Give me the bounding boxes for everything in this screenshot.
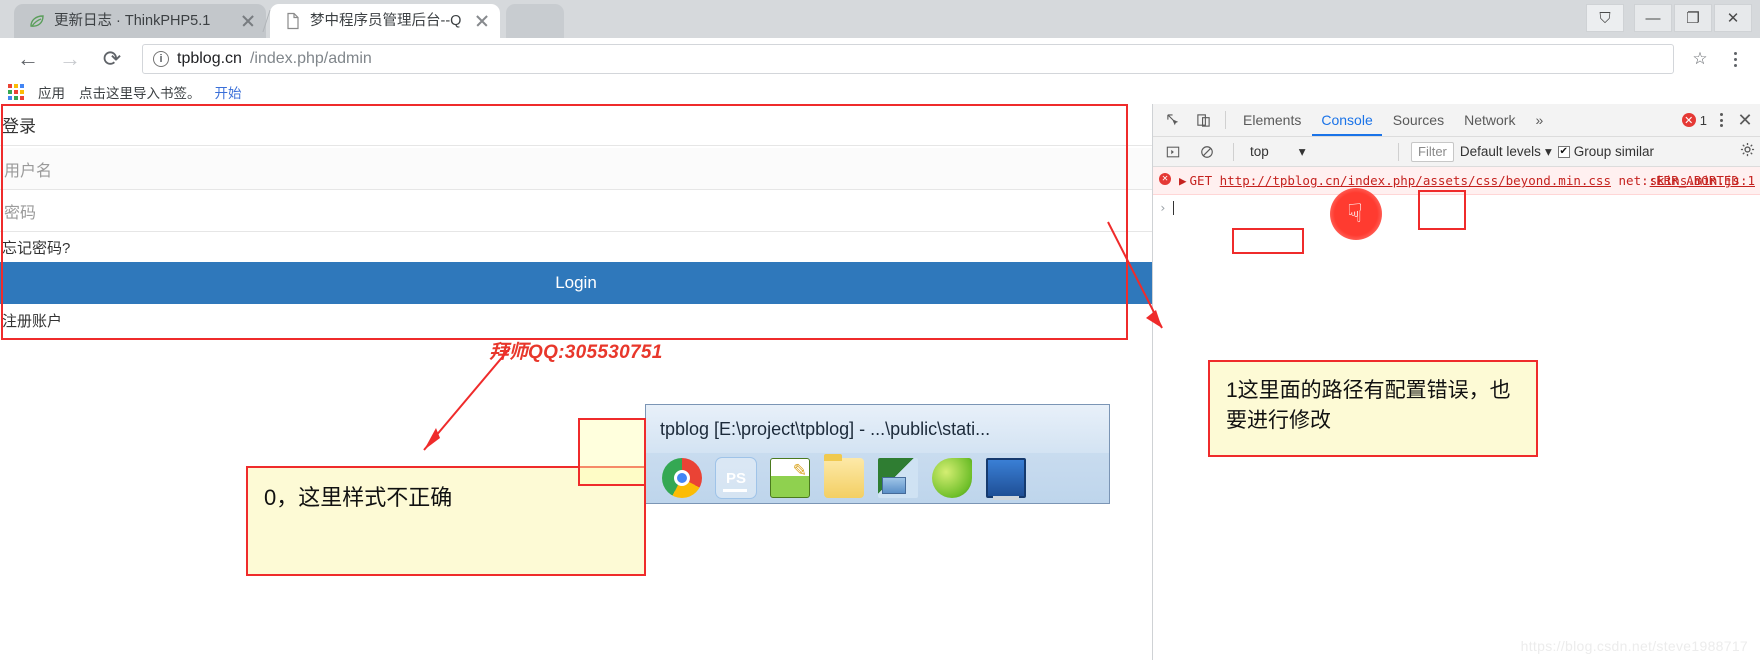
url-path: /index.php/admin — [249, 50, 372, 67]
restore-button[interactable]: ❐ — [1674, 4, 1712, 32]
error-method: GET — [1189, 173, 1213, 188]
leaf-app-icon[interactable] — [932, 458, 972, 498]
log-levels-dropdown[interactable]: Default levels ▾ — [1460, 144, 1552, 160]
browser-toolbar: ← → ⟳ i tpblog.cn/index.php/admin ☆ — [0, 38, 1760, 80]
bookmark-start-link[interactable]: 开始 — [215, 82, 242, 102]
toolbar-divider — [1225, 111, 1226, 129]
tab-title: 更新日志 · ThinkPHP5.1 — [54, 13, 211, 29]
forward-button[interactable]: → — [52, 41, 88, 77]
error-url[interactable]: http://tpblog.cn/index.php/assets/css/be… — [1220, 173, 1611, 188]
tab-sources[interactable]: Sources — [1384, 105, 1453, 136]
clear-console-icon[interactable] — [1193, 139, 1221, 165]
back-button[interactable]: ← — [10, 41, 46, 77]
url-host: tpblog.cn — [177, 50, 242, 67]
window-controls: ⛉ — ❐ ✕ — [1586, 3, 1752, 33]
chevron-down-icon: ▾ — [1298, 143, 1306, 159]
gear-icon[interactable] — [1740, 142, 1755, 161]
tab-network[interactable]: Network — [1455, 105, 1524, 136]
ide-window-title: tpblog [E:\project\tpblog] - ...\public\… — [646, 405, 1109, 453]
site-info-icon[interactable]: i — [153, 51, 169, 67]
password-input[interactable]: 密码 — [0, 190, 1152, 232]
devtools-menu-icon[interactable] — [1713, 113, 1729, 127]
notepadpp-icon[interactable] — [770, 458, 810, 498]
tab-strip: 更新日志 · ThinkPHP5.1 梦中程序员管理后台--Q ⛉ — ❐ ✕ — [0, 0, 1760, 38]
filterbar-divider — [1233, 142, 1234, 161]
chrome-menu-icon[interactable] — [1720, 44, 1750, 74]
bookmarks-bar: 应用 点击这里导入书签。 开始 — [0, 80, 1760, 104]
text-cursor — [1172, 200, 1174, 215]
checkbox-icon: ✔ — [1557, 145, 1570, 158]
filterbar-divider-2 — [1398, 142, 1399, 161]
console-filter-input[interactable]: Filter — [1411, 141, 1454, 162]
prompt-chevron-icon: › — [1159, 200, 1167, 216]
expand-caret-icon[interactable]: ▶ — [1179, 171, 1187, 190]
devtools-toolbar: Elements Console Sources Network » ✕ 1 ✕ — [1153, 104, 1760, 137]
page-icon — [284, 12, 302, 30]
group-similar-checkbox[interactable]: ✔ Group similar — [1557, 144, 1654, 159]
profile-icon[interactable]: ⛉ — [1586, 4, 1624, 32]
console-context-select[interactable]: top ▾ — [1246, 144, 1386, 160]
more-tabs-icon[interactable]: » — [1526, 105, 1552, 136]
console-error-row[interactable]: ✕ ▶ GET http://tpblog.cn/index.php/assets… — [1153, 167, 1760, 196]
bookmark-star-icon[interactable]: ☆ — [1686, 45, 1714, 73]
tab-title: 梦中程序员管理后台--Q — [310, 13, 462, 29]
minimize-button[interactable]: — — [1634, 4, 1672, 32]
browser-tab-admin[interactable]: 梦中程序员管理后台--Q — [270, 4, 500, 38]
monitor-icon[interactable] — [986, 458, 1026, 500]
phpstorm-icon[interactable]: PS — [715, 457, 757, 499]
watermark: https://blog.csdn.net/steve1988717 — [1520, 638, 1748, 654]
device-toolbar-icon[interactable] — [1189, 107, 1217, 133]
bookmark-import-hint: 点击这里导入书签。 — [79, 86, 201, 101]
apps-grid-icon[interactable] — [8, 84, 24, 100]
tab-console[interactable]: Console — [1312, 105, 1381, 136]
taskbar-screenshot-snippet: tpblog [E:\project\tpblog] - ...\public\… — [645, 404, 1110, 504]
error-icon: ✕ — [1681, 113, 1696, 127]
close-window-button[interactable]: ✕ — [1714, 4, 1752, 32]
inspect-element-icon[interactable] — [1159, 107, 1187, 133]
page-content: 登录 用户名 密码 忘记密码? Login 注册账户 拜师QQ:30553075… — [0, 104, 1152, 660]
bookmark-apps-label[interactable]: 应用 — [38, 82, 65, 102]
browser-window: 更新日志 · ThinkPHP5.1 梦中程序员管理后台--Q ⛉ — ❐ ✕ … — [0, 0, 1760, 660]
browser-tab-thinkphp[interactable]: 更新日志 · ThinkPHP5.1 — [14, 4, 266, 38]
chrome-icon[interactable] — [662, 458, 702, 498]
login-heading: 登录 — [0, 112, 1152, 146]
pointer-hand-icon: ☟ — [1347, 198, 1363, 228]
context-value: top — [1250, 144, 1269, 159]
error-icon: ✕ — [1159, 173, 1171, 185]
chevron-down-icon: ▾ — [1544, 143, 1552, 159]
close-icon[interactable] — [474, 13, 490, 29]
leaf-icon — [28, 12, 46, 30]
annotation-note-0: 0，这里样式不正确 — [246, 466, 646, 576]
console-sidebar-toggle-icon[interactable] — [1159, 139, 1187, 165]
folder-icon[interactable] — [824, 454, 864, 498]
qq-contact-text: 拜师QQ:305530751 — [489, 341, 663, 363]
tab-elements[interactable]: Elements — [1234, 105, 1310, 136]
devtools-close-icon[interactable]: ✕ — [1735, 110, 1755, 131]
taskbar-icon-row: PS — [646, 453, 1109, 503]
console-filter-bar: top ▾ Filter Default levels ▾ ✔ Group si… — [1153, 137, 1760, 167]
error-count-badge[interactable]: ✕ 1 — [1681, 112, 1707, 128]
login-button[interactable]: Login — [0, 262, 1152, 304]
remote-desktop-icon[interactable] — [878, 458, 918, 498]
error-count: 1 — [1699, 112, 1707, 128]
group-similar-label: Group similar — [1573, 144, 1654, 159]
console-prompt[interactable]: › — [1153, 195, 1760, 220]
error-source-link[interactable]: skins.min.js:1 — [1650, 171, 1755, 190]
log-levels-label: Default levels — [1459, 144, 1541, 159]
username-input[interactable]: 用户名 — [0, 148, 1152, 190]
annotation-note-1: 1这里面的路径有配置错误，也要进行修改 — [1208, 360, 1538, 457]
devtools-toolbar-right: ✕ 1 ✕ — [1681, 110, 1755, 131]
new-tab-button[interactable] — [506, 4, 564, 38]
reload-button[interactable]: ⟳ — [94, 41, 130, 77]
close-icon[interactable] — [240, 13, 256, 29]
address-bar[interactable]: i tpblog.cn/index.php/admin — [142, 44, 1674, 74]
